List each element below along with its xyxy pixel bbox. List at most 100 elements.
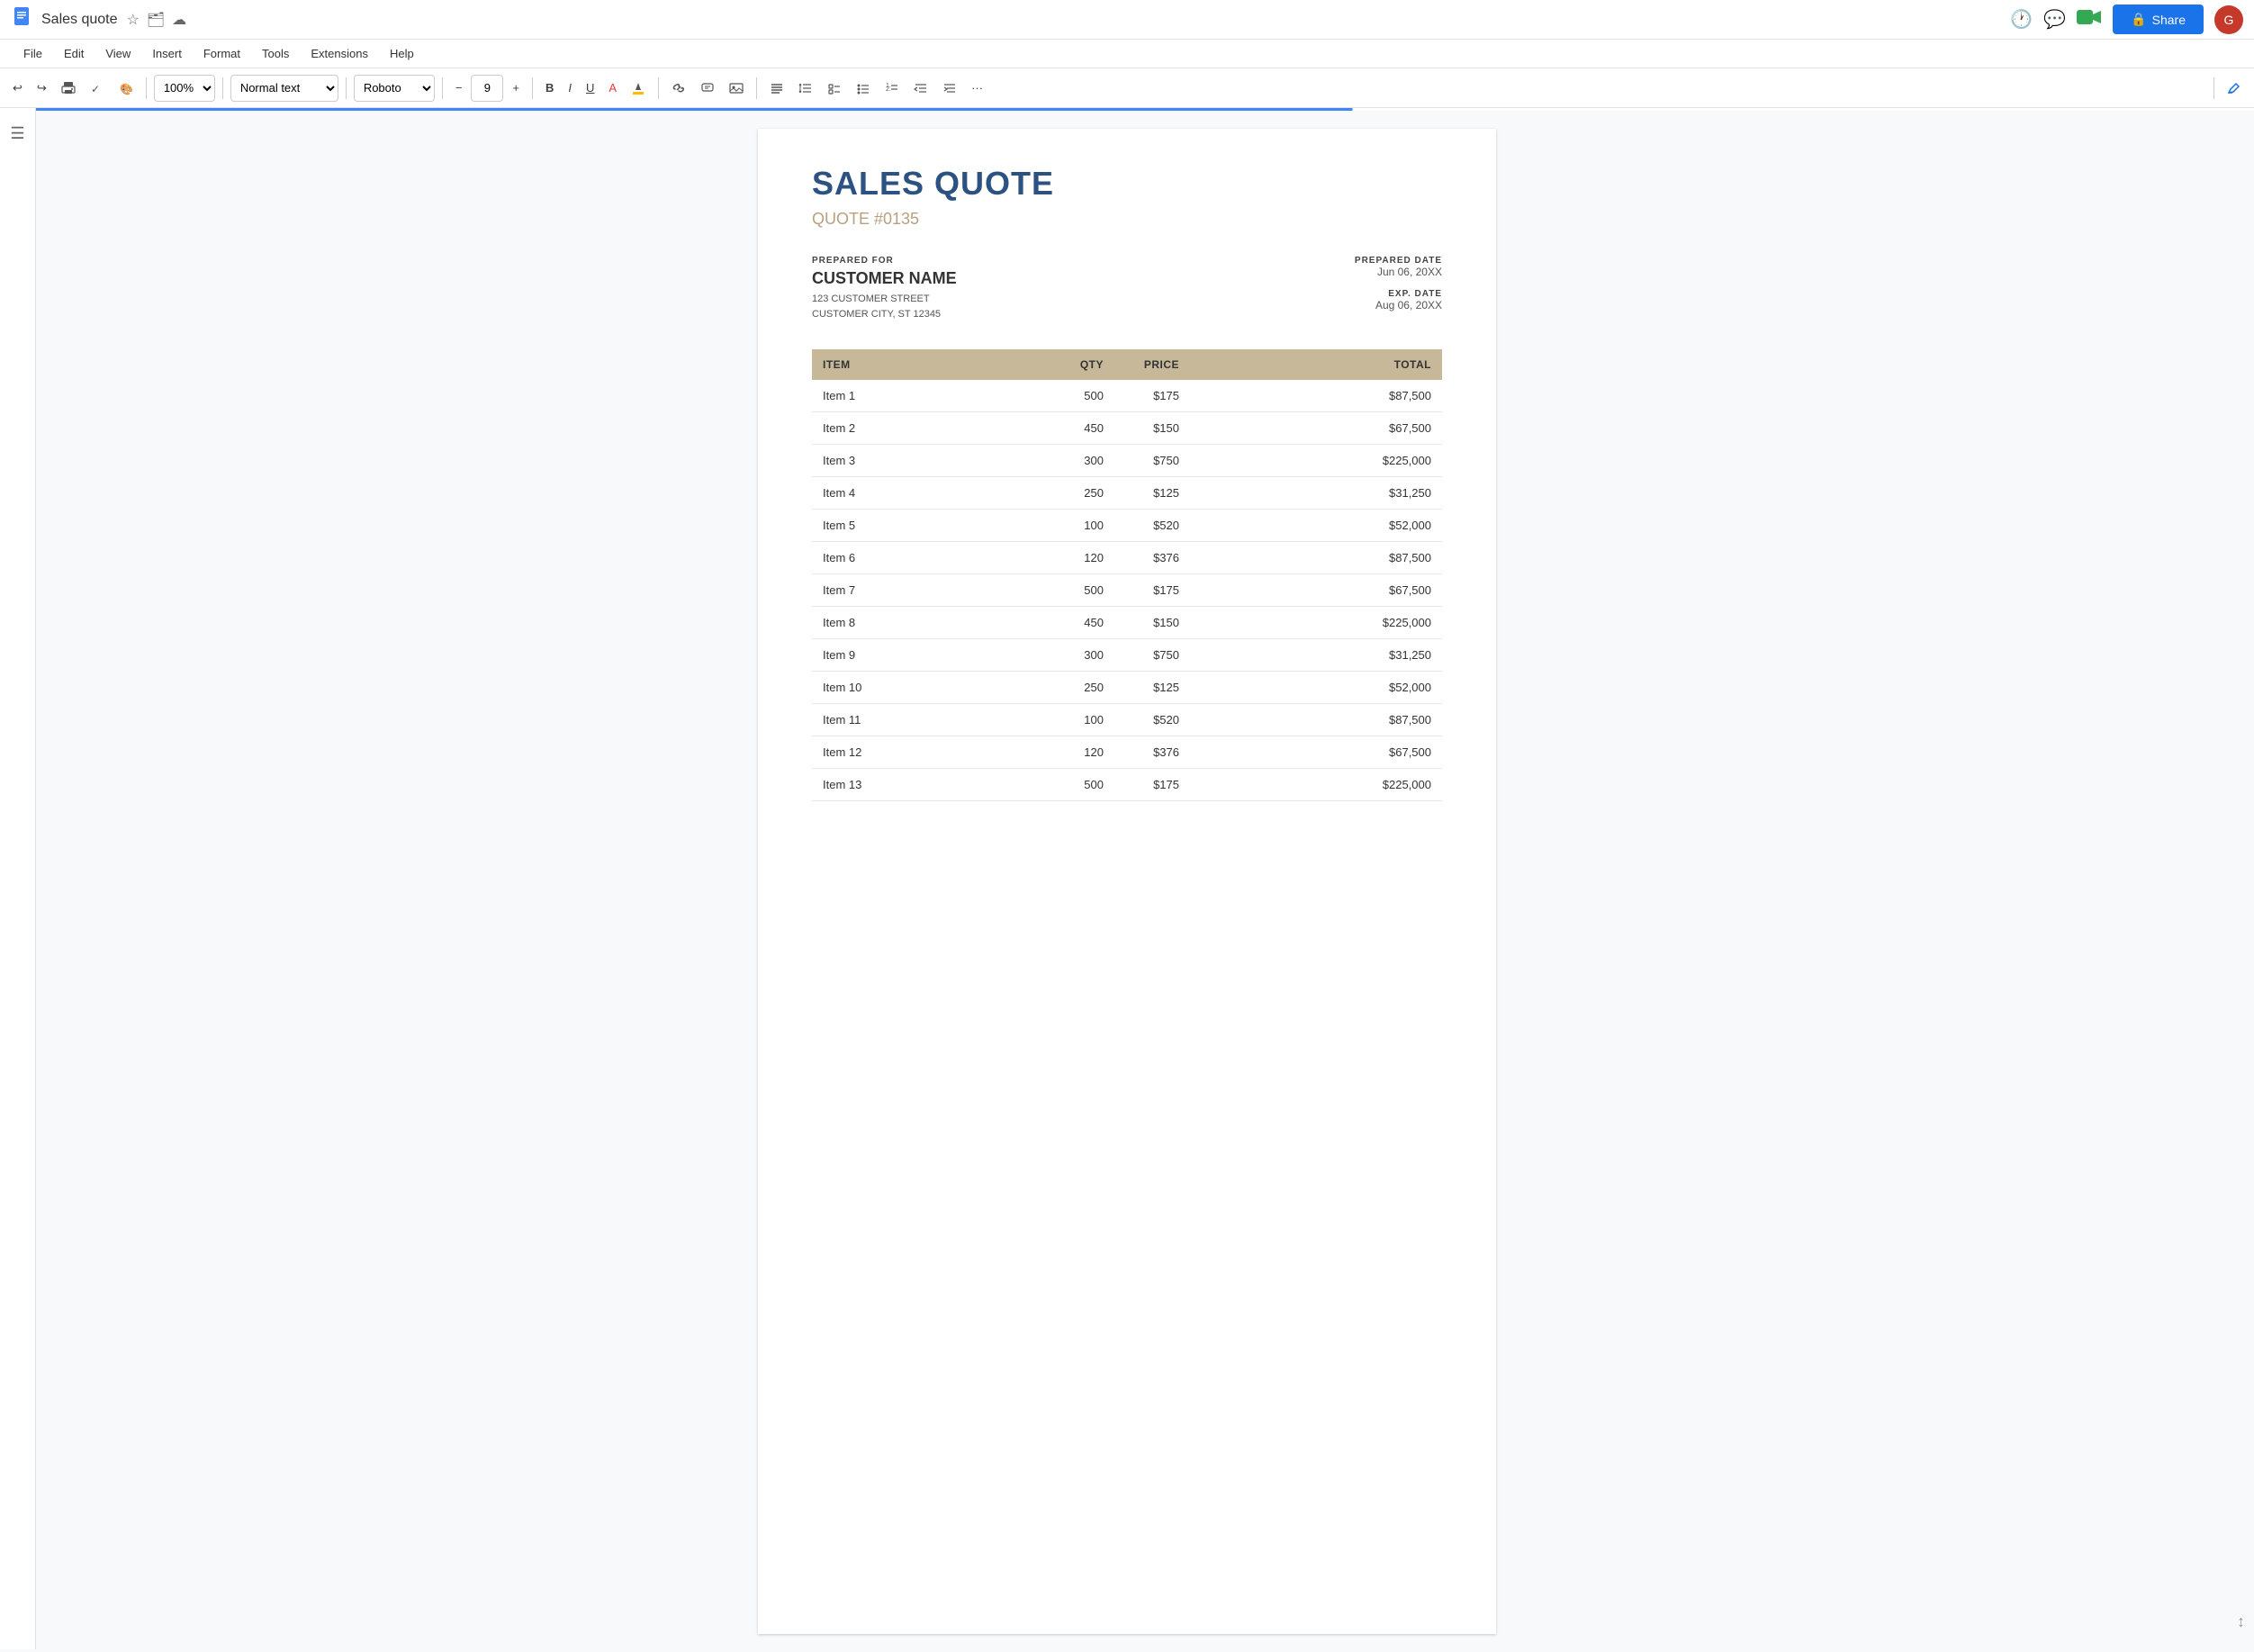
- header-price: PRICE: [1114, 349, 1190, 380]
- scroll-indicator[interactable]: ↕: [2237, 1612, 2245, 1631]
- menu-file[interactable]: File: [14, 43, 51, 64]
- indent-decrease-button[interactable]: [908, 77, 933, 99]
- table-row: Item 3 300 $750 $225,000: [812, 445, 1442, 477]
- share-button[interactable]: 🔒 Share: [2113, 5, 2204, 34]
- exp-date-block: EXP. DATE Aug 06, 20XX: [1355, 289, 1442, 311]
- cell-price: $125: [1114, 477, 1190, 510]
- cell-desc: [1190, 607, 1360, 639]
- cell-desc: [1190, 736, 1360, 769]
- cell-qty: 100: [1051, 704, 1114, 736]
- sidebar-outline-icon[interactable]: ☰: [3, 117, 32, 150]
- header-total: TOTAL: [1360, 349, 1442, 380]
- cell-total: $87,500: [1360, 704, 1442, 736]
- cell-desc: [1190, 574, 1360, 607]
- numbered-list-button[interactable]: 1.2.: [879, 77, 905, 99]
- info-left: PREPARED FOR CUSTOMER NAME 123 CUSTOMER …: [812, 256, 957, 322]
- cell-desc: [1190, 639, 1360, 672]
- bullet-list-button[interactable]: [851, 77, 876, 99]
- folder-icon[interactable]: 🗂: [147, 11, 165, 29]
- print-button[interactable]: [56, 77, 81, 99]
- link-button[interactable]: [666, 77, 691, 99]
- cell-desc: [1190, 704, 1360, 736]
- table-row: Item 4 250 $125 $31,250: [812, 477, 1442, 510]
- divider-4: [442, 77, 443, 99]
- cell-price: $150: [1114, 412, 1190, 445]
- exp-date-value: Aug 06, 20XX: [1355, 299, 1442, 311]
- divider-6: [658, 77, 659, 99]
- sidebar: ☰: [0, 108, 36, 1649]
- exp-date-label: EXP. DATE: [1355, 289, 1442, 299]
- cell-price: $175: [1114, 769, 1190, 801]
- cell-price: $175: [1114, 380, 1190, 412]
- cell-qty: 450: [1051, 412, 1114, 445]
- table-row: Item 8 450 $150 $225,000: [812, 607, 1442, 639]
- align-button[interactable]: [764, 77, 789, 99]
- title-icons: ☆ 🗂 ☁: [127, 11, 187, 29]
- cell-price: $376: [1114, 736, 1190, 769]
- table-row: Item 9 300 $750 $31,250: [812, 639, 1442, 672]
- menu-insert[interactable]: Insert: [143, 43, 191, 64]
- cell-qty: 100: [1051, 510, 1114, 542]
- line-spacing-button[interactable]: [793, 77, 818, 99]
- increase-font-button[interactable]: +: [507, 77, 525, 98]
- header-item: ITEM: [812, 349, 1051, 380]
- italic-button[interactable]: I: [563, 77, 577, 98]
- undo-button[interactable]: ↩: [7, 77, 28, 99]
- bold-button[interactable]: B: [540, 77, 559, 98]
- paragraph-style-select[interactable]: Normal text Heading 1 Heading 2: [230, 75, 338, 102]
- menu-extensions[interactable]: Extensions: [302, 43, 377, 64]
- menu-edit[interactable]: Edit: [55, 43, 93, 64]
- highlight-button[interactable]: [626, 77, 651, 99]
- indent-increase-button[interactable]: [937, 77, 962, 99]
- history-icon[interactable]: 🕐: [2010, 8, 2033, 31]
- menu-view[interactable]: View: [96, 43, 140, 64]
- pen-mode-button[interactable]: [2222, 77, 2247, 99]
- info-right: PREPARED DATE Jun 06, 20XX EXP. DATE Aug…: [1355, 256, 1442, 322]
- comment-toolbar-button[interactable]: [695, 77, 720, 99]
- quote-table: ITEM QTY PRICE TOTAL Item 1 500 $175 $87…: [812, 349, 1442, 801]
- quote-number: QUOTE #0135: [812, 210, 1442, 229]
- cell-price: $175: [1114, 574, 1190, 607]
- meet-icon[interactable]: [2077, 8, 2102, 32]
- cell-item: Item 3: [812, 445, 1051, 477]
- menu-help[interactable]: Help: [381, 43, 423, 64]
- cell-total: $52,000: [1360, 672, 1442, 704]
- cell-total: $225,000: [1360, 445, 1442, 477]
- table-row: Item 10 250 $125 $52,000: [812, 672, 1442, 704]
- font-color-button[interactable]: A: [603, 77, 622, 98]
- decrease-font-button[interactable]: −: [450, 77, 468, 98]
- cell-price: $125: [1114, 672, 1190, 704]
- checklist-button[interactable]: [822, 77, 847, 99]
- avatar[interactable]: G: [2214, 5, 2243, 34]
- star-icon[interactable]: ☆: [127, 11, 140, 29]
- paint-format-button[interactable]: 🎨: [113, 77, 139, 99]
- doc-title[interactable]: Sales quote: [41, 12, 118, 28]
- font-family-select[interactable]: Roboto Arial Times New Roman: [354, 75, 435, 102]
- cell-qty: 120: [1051, 542, 1114, 574]
- cell-desc: [1190, 542, 1360, 574]
- cell-qty: 250: [1051, 477, 1114, 510]
- sales-quote-title: SALES QUOTE: [812, 165, 1442, 203]
- menu-format[interactable]: Format: [194, 43, 249, 64]
- redo-button[interactable]: ↪: [32, 77, 52, 99]
- table-body: Item 1 500 $175 $87,500 Item 2 450 $150 …: [812, 380, 1442, 801]
- cloud-icon[interactable]: ☁: [172, 11, 186, 29]
- cell-item: Item 6: [812, 542, 1051, 574]
- cell-qty: 500: [1051, 769, 1114, 801]
- image-toolbar-button[interactable]: [724, 77, 749, 99]
- cell-item: Item 9: [812, 639, 1051, 672]
- prepared-date-block: PREPARED DATE Jun 06, 20XX: [1355, 256, 1442, 278]
- font-size-input[interactable]: [471, 75, 503, 102]
- zoom-select[interactable]: 100% 75% 125%: [154, 75, 215, 102]
- comment-icon[interactable]: 💬: [2043, 8, 2066, 31]
- cell-qty: 450: [1051, 607, 1114, 639]
- doc-area: SALES QUOTE QUOTE #0135 PREPARED FOR CUS…: [0, 111, 2254, 1652]
- menu-tools[interactable]: Tools: [253, 43, 298, 64]
- title-bar: Sales quote ☆ 🗂 ☁ 🕐 💬 🔒 Share G: [0, 0, 2254, 40]
- divider-7: [756, 77, 757, 99]
- cell-total: $225,000: [1360, 769, 1442, 801]
- spell-check-button[interactable]: ✓: [85, 77, 110, 99]
- underline-button[interactable]: U: [581, 77, 600, 98]
- more-options-button[interactable]: ···: [966, 77, 988, 98]
- cell-item: Item 10: [812, 672, 1051, 704]
